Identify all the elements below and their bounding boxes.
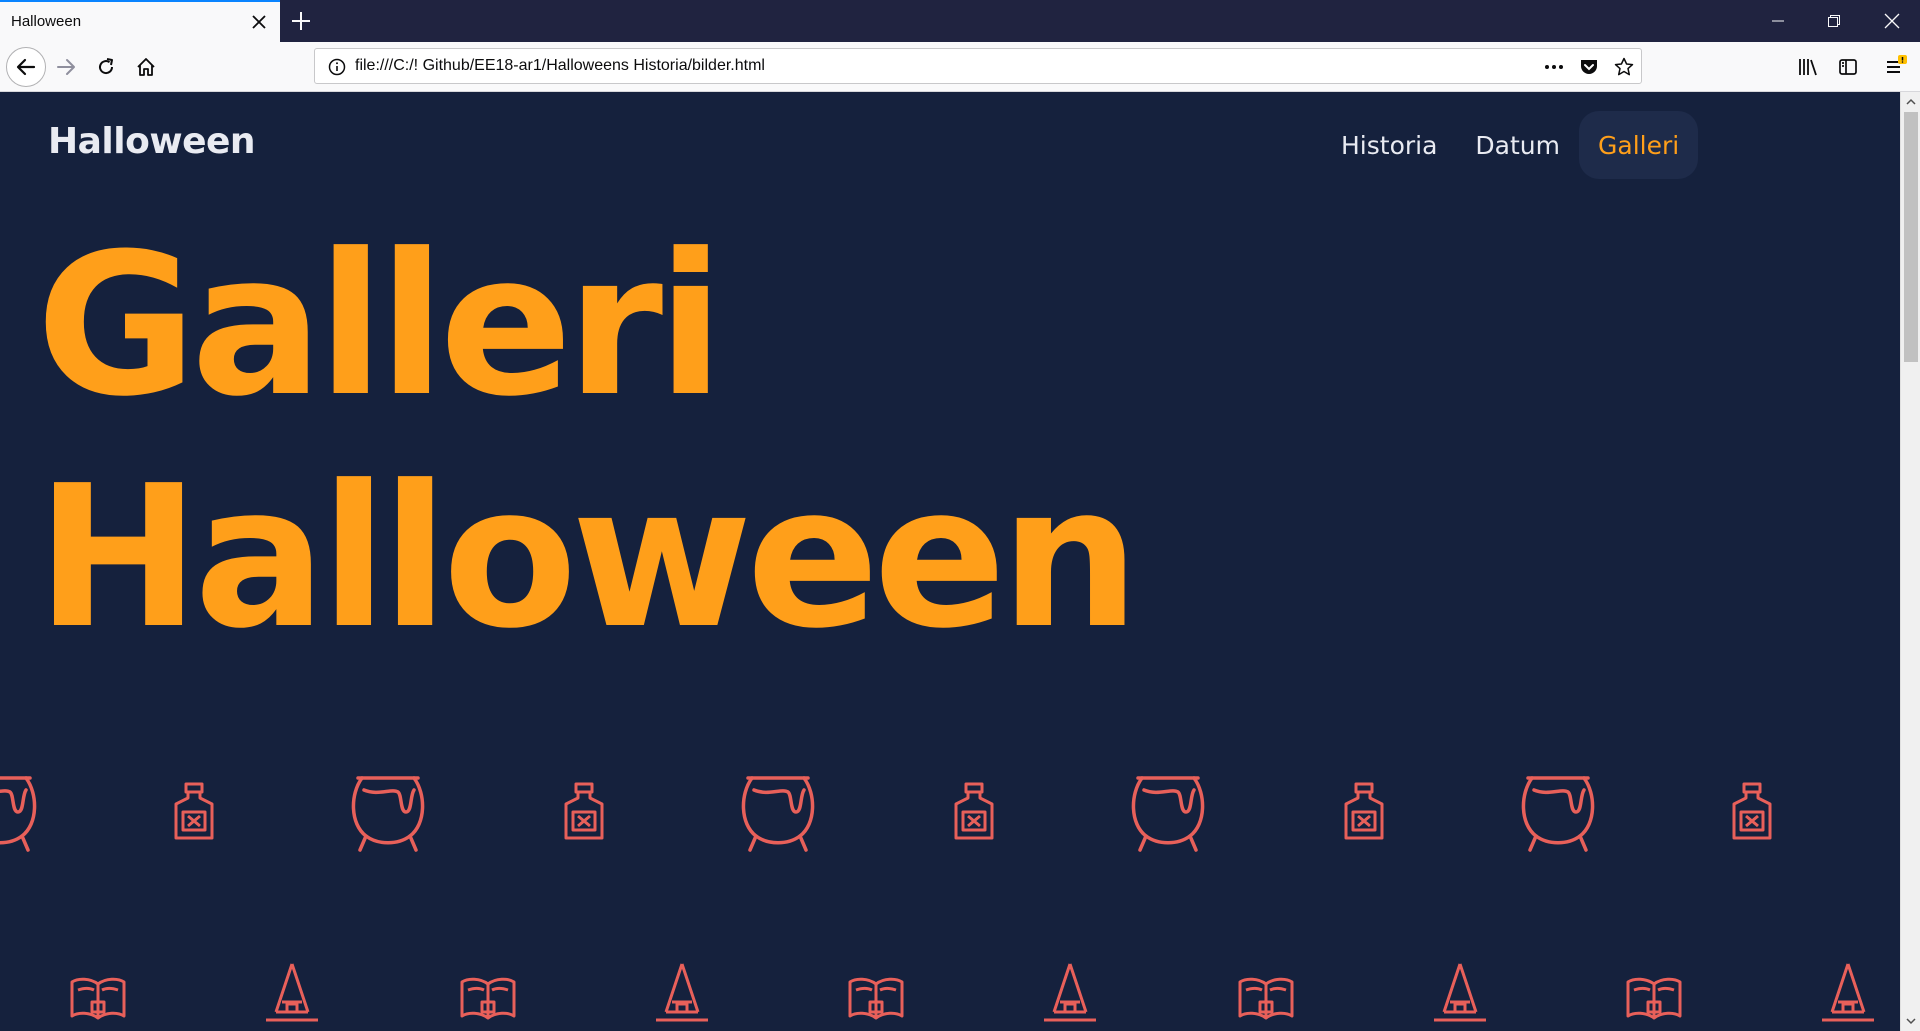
scroll-down-button[interactable] — [1901, 1011, 1920, 1031]
minimize-icon — [1772, 20, 1784, 22]
site-nav: Historia Datum Galleri — [1322, 111, 1699, 179]
site-logo[interactable]: Halloween — [48, 121, 256, 162]
arrow-left-icon — [16, 58, 36, 76]
home-button[interactable] — [128, 49, 164, 85]
arrow-right-icon — [57, 59, 75, 75]
potion-bottle-icon — [954, 782, 994, 840]
witch-hat-icon — [266, 963, 318, 1022]
library-icon — [1799, 59, 1817, 76]
nav-link-datum[interactable]: Datum — [1456, 111, 1579, 179]
spell-book-icon — [1626, 977, 1682, 1020]
pocket-button[interactable] — [1578, 56, 1600, 78]
scroll-up-button[interactable] — [1901, 92, 1920, 112]
close-tab-icon[interactable] — [250, 13, 268, 31]
witch-hat-icon — [656, 963, 708, 1022]
hero-title-line1: Galleri — [36, 212, 724, 440]
spell-book-icon — [70, 977, 126, 1020]
browser-tab[interactable]: Halloween — [0, 0, 280, 42]
potion-bottle-icon — [1732, 782, 1772, 840]
menu-button[interactable] — [1878, 49, 1914, 85]
info-icon[interactable] — [327, 57, 347, 77]
url-bar[interactable]: file:///C:/! Github/EE18-ar1/Halloweens … — [314, 48, 1642, 84]
page-actions-button[interactable] — [1543, 56, 1565, 78]
icon-pattern-row-2 — [0, 962, 1900, 1031]
potion-bottle-icon — [174, 782, 214, 840]
home-icon — [137, 58, 155, 76]
spell-book-icon — [1238, 977, 1294, 1020]
cauldron-icon — [1131, 776, 1205, 852]
sidebar-icon — [1839, 59, 1857, 75]
hamburger-icon — [1887, 55, 1907, 73]
page-content: Halloween Historia Datum Galleri Galleri… — [0, 92, 1900, 1031]
chevron-down-icon — [1906, 1018, 1916, 1025]
close-window-button[interactable] — [1864, 0, 1920, 42]
restore-button[interactable] — [1806, 0, 1862, 42]
tab-title: Halloween — [11, 13, 82, 30]
more-icon — [1545, 65, 1563, 69]
reload-button[interactable] — [88, 49, 124, 85]
scroll-thumb[interactable] — [1904, 112, 1918, 362]
star-icon — [1614, 57, 1634, 76]
witch-hat-icon — [1434, 963, 1486, 1022]
close-icon — [1884, 13, 1900, 29]
bookmark-button[interactable] — [1613, 56, 1635, 78]
spell-book-icon — [460, 977, 516, 1020]
icon-pattern-row-1 — [0, 762, 1900, 852]
nav-link-galleri[interactable]: Galleri — [1579, 111, 1699, 179]
minimize-button[interactable] — [1750, 0, 1806, 42]
chevron-up-icon — [1906, 98, 1916, 105]
restore-icon — [1828, 15, 1840, 27]
cauldron-icon — [351, 776, 425, 852]
cauldron-icon — [741, 776, 815, 852]
hero-title-line2: Halloween — [36, 444, 1140, 672]
pocket-icon — [1581, 60, 1597, 74]
back-button[interactable] — [6, 47, 46, 87]
url-text[interactable]: file:///C:/! Github/EE18-ar1/Halloweens … — [355, 57, 765, 75]
browser-toolbar: file:///C:/! Github/EE18-ar1/Halloweens … — [0, 42, 1920, 92]
spell-book-icon — [848, 977, 904, 1020]
tab-bar: Halloween — [0, 0, 1920, 42]
reload-icon — [99, 58, 114, 75]
nav-link-historia[interactable]: Historia — [1322, 111, 1456, 179]
forward-button[interactable] — [48, 49, 84, 85]
cauldron-icon — [1521, 776, 1595, 852]
cauldron-icon — [0, 776, 37, 852]
witch-hat-icon — [1822, 963, 1874, 1022]
potion-bottle-icon — [1344, 782, 1384, 840]
vertical-scrollbar[interactable] — [1900, 92, 1920, 1031]
library-button[interactable] — [1790, 49, 1826, 85]
witch-hat-icon — [1044, 963, 1096, 1022]
potion-bottle-icon — [564, 782, 604, 840]
new-tab-icon[interactable] — [289, 9, 313, 33]
sidebar-button[interactable] — [1830, 49, 1866, 85]
